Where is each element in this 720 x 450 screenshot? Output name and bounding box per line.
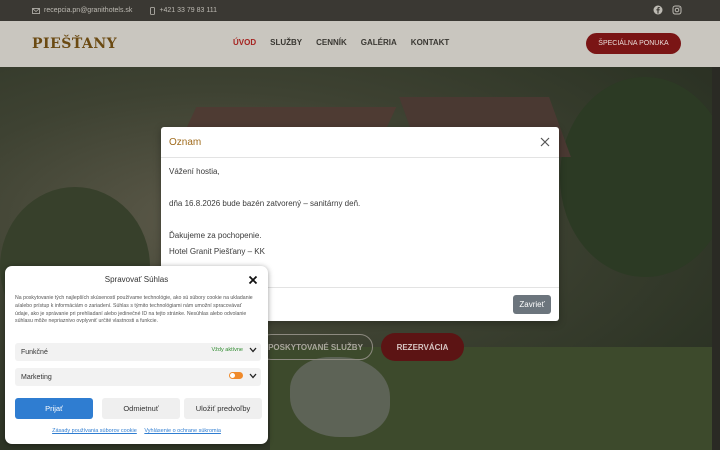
nav-item-galeria[interactable]: GALÉRIA <box>361 38 397 47</box>
nav-item-kontakt[interactable]: KONTAKT <box>411 38 450 47</box>
cookie-consent-banner: Spravovať Súhlas Na poskytovanie tých na… <box>5 266 268 444</box>
special-offer-button[interactable]: ŠPECIÁLNA PONUKA <box>586 33 681 54</box>
always-active-status: Vždy aktívne <box>211 347 244 353</box>
cookie-category-functional[interactable]: Funkčné Vždy aktívne <box>15 343 261 361</box>
top-bar: recepcia.pn@granithotels.sk +421 33 79 8… <box>0 0 720 21</box>
cookie-title: Spravovať Súhlas <box>104 275 169 284</box>
nav-item-uvod[interactable]: ÚVOD <box>233 38 256 47</box>
cookie-policy-link[interactable]: Zásady používania súborov cookie <box>52 428 137 434</box>
site-logo[interactable]: PIEŠŤANY <box>32 36 117 52</box>
accept-button[interactable]: Prijať <box>15 398 93 419</box>
site-header: PIEŠŤANY ÚVOD SLUŽBY CENNÍK GALÉRIA KONT… <box>0 21 720 67</box>
email-text: recepcia.pn@granithotels.sk <box>44 7 133 14</box>
phone-icon <box>150 6 156 15</box>
nav-item-cennik[interactable]: CENNÍK <box>316 38 347 47</box>
functional-label: Funkčné <box>21 348 48 356</box>
modal-line: Vážení hostia, <box>169 167 220 176</box>
marketing-toggle[interactable] <box>229 372 243 379</box>
close-icon[interactable] <box>248 275 258 285</box>
main-nav: ÚVOD SLUŽBY CENNÍK GALÉRIA KONTAKT <box>233 38 449 47</box>
phone-text: +421 33 79 83 111 <box>159 7 217 14</box>
instagram-icon[interactable] <box>672 5 682 15</box>
booking-button[interactable]: REZERVÁCIA <box>381 333 464 361</box>
hero-image-trees <box>560 77 720 277</box>
cookie-links: Zásady používania súborov cookie Vyhláse… <box>5 428 268 434</box>
phone-contact[interactable]: +421 33 79 83 111 <box>150 6 217 15</box>
marketing-label: Marketing <box>21 373 52 381</box>
facebook-icon[interactable] <box>653 5 663 15</box>
envelope-icon <box>32 7 40 14</box>
modal-header: Oznam <box>161 127 559 158</box>
cookie-description: Na poskytovanie tých najlepších skúsenos… <box>15 295 253 325</box>
chevron-down-icon[interactable] <box>249 347 257 353</box>
privacy-statement-link[interactable]: Vyhlásenie o ochrane súkromia <box>144 428 221 434</box>
chevron-down-icon[interactable] <box>249 373 257 379</box>
social-links <box>653 5 682 15</box>
close-icon[interactable] <box>539 136 551 148</box>
page-scrollbar[interactable] <box>712 67 720 450</box>
modal-line: Ďakujeme za pochopenie. <box>169 231 262 240</box>
modal-close-button[interactable]: Zavrieť <box>513 295 551 314</box>
modal-line: Hotel Granit Piešťany – KK <box>169 247 265 256</box>
cookie-category-marketing[interactable]: Marketing <box>15 368 261 386</box>
nav-item-sluzby[interactable]: SLUŽBY <box>270 38 302 47</box>
deny-button[interactable]: Odmietnuť <box>102 398 180 419</box>
hero-image-pool <box>290 357 390 437</box>
save-preferences-button[interactable]: Uložiť predvoľby <box>184 398 262 419</box>
services-button[interactable]: POSKYTOVANÉ SLUŽBY <box>258 334 373 360</box>
email-contact[interactable]: recepcia.pn@granithotels.sk <box>32 7 132 14</box>
modal-line: dňa 16.8.2026 bude bazén zatvorený – san… <box>169 199 361 208</box>
modal-title: Oznam <box>169 136 202 148</box>
